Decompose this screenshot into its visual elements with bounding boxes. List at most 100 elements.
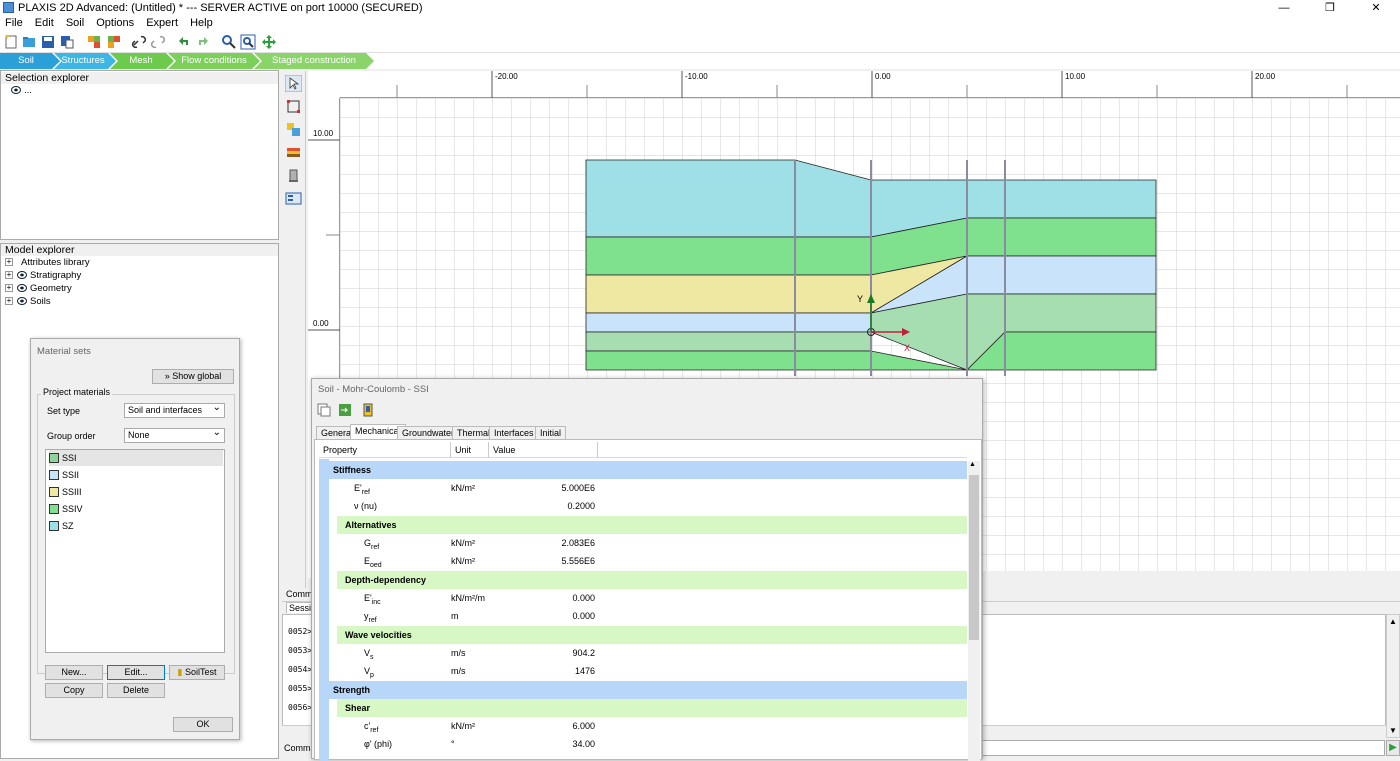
list-item-ssi[interactable]: SSI xyxy=(49,450,223,466)
save-as-icon[interactable] xyxy=(59,34,75,50)
maximize-button[interactable]: ❐ xyxy=(1307,0,1353,16)
link-icon[interactable] xyxy=(131,34,147,50)
table-row[interactable]: Gref kN/m² 2.083E6 xyxy=(319,534,967,552)
zoom-extents-icon[interactable] xyxy=(240,34,256,50)
unlink-icon[interactable] xyxy=(150,34,166,50)
delete-material-button[interactable]: Delete xyxy=(107,683,165,698)
tree-item-stratigraphy[interactable]: + Stratigraphy xyxy=(5,270,81,282)
set-type-label: Set type xyxy=(47,406,81,416)
table-row[interactable]: c'ref kN/m² 6.000 xyxy=(319,717,967,735)
list-item-ssiii[interactable]: SSIII xyxy=(49,484,223,500)
soiltest-icon[interactable] xyxy=(361,403,375,417)
category-depth-dependency[interactable]: Depth-dependency xyxy=(337,571,967,589)
import-geometry-icon[interactable] xyxy=(86,34,102,50)
x-axis-label: X xyxy=(904,343,910,353)
ok-button[interactable]: OK xyxy=(173,717,233,732)
tab-interfaces[interactable]: Interfaces xyxy=(489,426,539,439)
new-material-button[interactable]: New... xyxy=(45,665,103,680)
redo-icon[interactable] xyxy=(195,34,211,50)
selection-root[interactable]: ... xyxy=(11,85,32,97)
side-toolbar xyxy=(281,71,306,591)
run-command-icon[interactable]: ▶ xyxy=(1386,740,1400,756)
scrollbar-thumb[interactable] xyxy=(969,475,979,640)
menu-help[interactable]: Help xyxy=(190,16,213,31)
modify-soil-layers-icon[interactable] xyxy=(285,121,302,138)
table-row[interactable]: φ' (phi) ° 34.00 xyxy=(319,735,967,753)
tree-item-geometry[interactable]: + Geometry xyxy=(5,283,72,295)
new-project-icon[interactable] xyxy=(3,34,19,50)
table-row[interactable]: Vs m/s 904.2 xyxy=(319,644,967,662)
eye-icon[interactable] xyxy=(11,86,21,95)
menu-edit[interactable]: Edit xyxy=(35,16,54,31)
zoom-in-icon[interactable] xyxy=(221,34,237,50)
command-line: 0053> xyxy=(288,646,313,655)
save-icon[interactable] xyxy=(40,34,56,50)
group-order-select[interactable]: None xyxy=(124,426,225,443)
toolbar xyxy=(0,31,1400,53)
table-row[interactable]: E'ref kN/m² 5.000E6 xyxy=(319,479,967,497)
header-unit: Unit xyxy=(455,445,472,455)
soil-test-icon[interactable] xyxy=(285,167,302,184)
set-type-select[interactable]: Soil and interfaces xyxy=(124,401,225,418)
open-project-icon[interactable] xyxy=(21,34,37,50)
tree-item-attributes-library[interactable]: + Attributes library xyxy=(5,257,90,269)
table-row[interactable]: Vp m/s 1476 xyxy=(319,662,967,680)
ruler-x-label: 0.00 xyxy=(875,72,891,81)
group-order-label: Group order xyxy=(47,431,96,441)
edit-material-button[interactable]: Edit... xyxy=(107,665,165,680)
table-row[interactable]: E'inc kN/m²/m 0.000 xyxy=(319,589,967,607)
pan-icon[interactable] xyxy=(261,34,277,50)
create-borehole-icon[interactable] xyxy=(285,98,302,115)
expand-icon[interactable]: + xyxy=(5,258,13,267)
export-geometry-icon[interactable] xyxy=(106,34,122,50)
table-row[interactable]: Eoed kN/m² 5.556E6 xyxy=(319,552,967,570)
list-item-sz[interactable]: SZ xyxy=(49,518,223,534)
table-row[interactable]: yref m 0.000 xyxy=(319,607,967,625)
command-log-scrollbar[interactable]: ▲ ▼ xyxy=(1386,614,1400,738)
expand-icon[interactable]: + xyxy=(5,284,13,293)
show-global-button[interactable]: » Show global xyxy=(152,369,234,384)
show-materials-icon[interactable] xyxy=(285,190,302,207)
menu-options[interactable]: Options xyxy=(96,16,134,31)
tab-initial[interactable]: Initial xyxy=(535,426,567,439)
tab-mesh[interactable]: Mesh xyxy=(116,53,166,69)
undo-icon[interactable] xyxy=(176,34,192,50)
tab-soil[interactable]: Soil xyxy=(0,53,52,69)
layer-ssi-left[interactable] xyxy=(585,331,872,352)
category-wave-velocities[interactable]: Wave velocities xyxy=(337,626,967,644)
menu-file[interactable]: File xyxy=(5,16,23,31)
expand-icon[interactable]: + xyxy=(5,271,13,280)
top-ruler: -20.00 -10.00 0.00 10.00 20.00 xyxy=(340,71,1400,98)
eye-icon[interactable] xyxy=(17,284,27,293)
list-item-ssii[interactable]: SSII xyxy=(49,467,223,483)
copy-icon[interactable] xyxy=(317,403,331,417)
eye-icon[interactable] xyxy=(17,297,27,306)
table-row[interactable]: ν (nu) 0.2000 xyxy=(319,497,967,515)
scroll-down-icon[interactable]: ▼ xyxy=(1389,726,1397,735)
category-stiffness[interactable]: Stiffness xyxy=(319,461,967,479)
soil-layers-icon[interactable] xyxy=(285,144,302,161)
expand-icon[interactable]: + xyxy=(5,297,13,306)
scroll-up-icon[interactable]: ▲ xyxy=(1389,617,1397,626)
tree-item-soils[interactable]: + Soils xyxy=(5,296,51,308)
close-button[interactable]: ✕ xyxy=(1353,0,1399,16)
tab-flow-conditions[interactable]: Flow conditions xyxy=(174,53,254,69)
select-arrow-icon[interactable] xyxy=(285,75,302,92)
tab-groundwater[interactable]: Groundwater xyxy=(397,426,460,439)
scroll-up-icon[interactable]: ▲ xyxy=(969,461,976,468)
layer-ssii-left[interactable] xyxy=(585,312,872,333)
list-item-ssiv[interactable]: SSIV xyxy=(49,501,223,517)
category-strength[interactable]: Strength xyxy=(319,681,967,699)
minimize-button[interactable]: — xyxy=(1261,0,1307,16)
eye-icon[interactable] xyxy=(17,271,27,280)
properties-scrollbar[interactable]: ▲ xyxy=(968,461,980,761)
menu-soil[interactable]: Soil xyxy=(66,16,84,31)
category-alternatives[interactable]: Alternatives xyxy=(337,516,967,534)
tab-structures[interactable]: Structures xyxy=(58,53,108,69)
category-shear[interactable]: Shear xyxy=(337,699,967,717)
tab-staged-construction[interactable]: Staged construction xyxy=(260,53,368,69)
copy-material-button[interactable]: Copy xyxy=(45,683,103,698)
soiltest-button[interactable]: ▮ SoilTest xyxy=(169,665,225,680)
import-icon[interactable] xyxy=(338,403,352,417)
menu-expert[interactable]: Expert xyxy=(146,16,178,31)
